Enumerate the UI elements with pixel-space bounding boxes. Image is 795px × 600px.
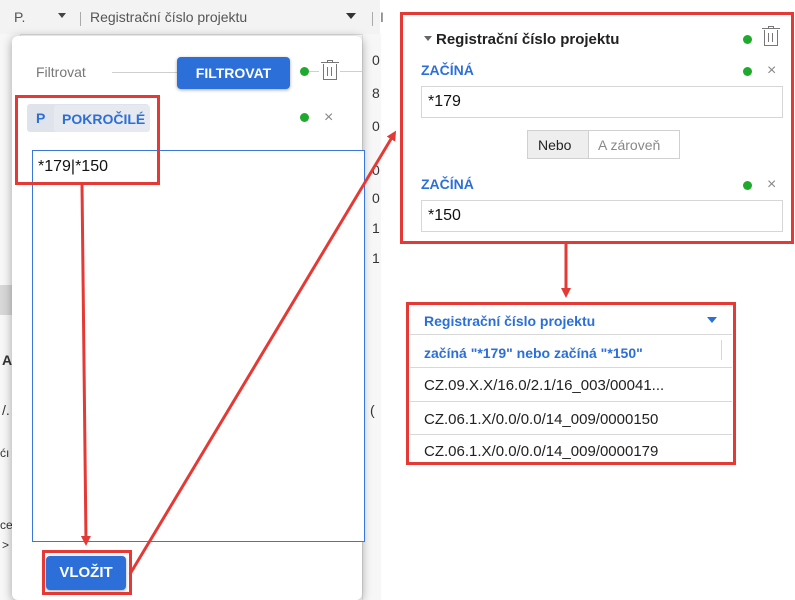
- annotation-arrows: [80, 130, 571, 575]
- arrow-textarea-to-insert: [80, 183, 91, 546]
- arrow-insert-to-panel: [128, 130, 397, 575]
